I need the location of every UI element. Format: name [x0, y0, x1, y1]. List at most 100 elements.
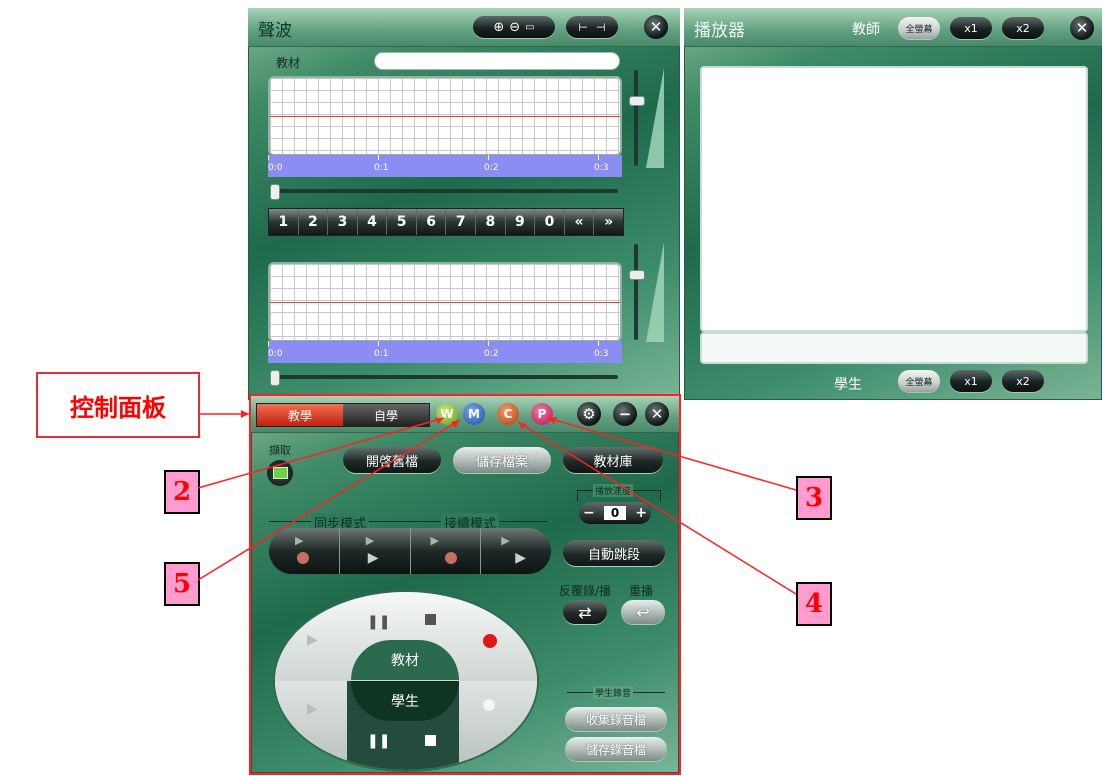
textbook-waveform[interactable]: [268, 76, 622, 156]
player-panel: 播放器 教師 全螢幕 x1 x2 ✕ 學生 全螢幕 x1 x2: [684, 8, 1102, 400]
student-x2-button[interactable]: x2: [1002, 370, 1044, 392]
control-panel-callout-box: 控制面板: [36, 372, 200, 438]
segment-key-1[interactable]: 1: [269, 209, 299, 235]
segment-key-2[interactable]: 2: [299, 209, 329, 235]
monitor-icon: [272, 467, 288, 479]
student-x1-button[interactable]: x1: [950, 370, 992, 392]
sync-play-play-button[interactable]: ▶ ▶: [340, 528, 411, 574]
ruler-tick: [378, 341, 379, 346]
segment-number-bar: 1 2 3 4 5 6 7 8 9 0 « »: [268, 208, 624, 236]
timeline-ruler[interactable]: 0:0 0:1 0:2 0:3: [268, 341, 622, 363]
ruler-tick-label: 0:3: [594, 163, 609, 173]
student-play-button[interactable]: ▶: [275, 681, 348, 770]
mark-end-icon[interactable]: ⊣: [596, 21, 606, 34]
segment-key-0[interactable]: 0: [535, 209, 565, 235]
textbook-library-button[interactable]: 教材庫: [563, 447, 663, 473]
segment-key-8[interactable]: 8: [476, 209, 506, 235]
ruler-icon[interactable]: ▭: [525, 22, 534, 33]
capture-icon[interactable]: [267, 460, 293, 486]
teacher-fullscreen-button[interactable]: 全螢幕: [898, 17, 940, 39]
volume-slider-track[interactable]: [634, 244, 638, 340]
collect-recordings-button[interactable]: 收集錄音檔: [565, 707, 667, 731]
play-icon: ▶: [365, 534, 375, 547]
auto-jump-button[interactable]: 自動跳段: [563, 540, 665, 566]
mode-w-button[interactable]: W: [436, 403, 458, 425]
continue-record-play-button[interactable]: ▶: [411, 528, 482, 574]
speed-value: 0: [604, 506, 626, 520]
record-dot-icon: [444, 552, 457, 564]
student-video-strip[interactable]: [700, 332, 1088, 364]
ruler-tick: [598, 341, 599, 346]
teacher-x2-button[interactable]: x2: [1002, 17, 1044, 39]
zoom-out-icon[interactable]: ⊖: [509, 20, 520, 35]
speed-increase-button[interactable]: +: [635, 505, 647, 521]
student-recording-label: 學生錄音: [593, 686, 634, 699]
segment-key-3[interactable]: 3: [328, 209, 358, 235]
speed-decrease-button[interactable]: −: [583, 505, 595, 521]
ruler-tick: [488, 341, 489, 346]
tab-self-study[interactable]: 自學: [343, 404, 429, 426]
ruler-tick: [598, 155, 599, 160]
settings-icon[interactable]: ⚙: [577, 402, 601, 426]
ruler-tick-label: 0:0: [268, 349, 283, 359]
continue-play-play-button[interactable]: ▶ ▶: [481, 528, 551, 574]
segment-key-7[interactable]: 7: [446, 209, 477, 235]
timeline-ruler[interactable]: 0:0 0:1 0:2 0:3: [268, 155, 622, 177]
volume-wedge-icon: [646, 242, 664, 342]
video-display[interactable]: [700, 66, 1088, 332]
mode-m-button[interactable]: M: [463, 403, 485, 425]
ruler-tick-label: 0:3: [594, 349, 609, 359]
save-recordings-button[interactable]: 儲存錄音檔: [565, 737, 667, 761]
sync-record-play-button[interactable]: ▶: [269, 528, 340, 574]
waveform-center-line: [270, 302, 620, 303]
close-icon[interactable]: ✕: [645, 402, 669, 426]
zoom-in-icon[interactable]: ⊕: [493, 20, 504, 35]
textbook-label: 教材: [276, 56, 301, 70]
student-fullscreen-button[interactable]: 全螢幕: [898, 370, 940, 392]
ruler-tick: [378, 155, 379, 160]
waveform-titlebar: 聲波 ⊕ ⊖ ▭ ⊢ ⊣ ✕: [248, 8, 680, 47]
segment-key-9[interactable]: 9: [506, 209, 536, 235]
textbook-play-button[interactable]: ▶: [275, 592, 348, 682]
segment-key-4[interactable]: 4: [358, 209, 388, 235]
pause-icon: ❚❚: [367, 614, 391, 630]
close-icon[interactable]: ✕: [644, 15, 668, 39]
rewind-icon[interactable]: «: [565, 209, 595, 235]
repeat-icon[interactable]: ⇄: [563, 600, 607, 624]
callout-2: 2: [164, 470, 200, 514]
student-waveform[interactable]: [268, 262, 622, 342]
position-slider-thumb[interactable]: [270, 184, 280, 200]
pause-icon: ❚❚: [367, 733, 391, 749]
position-slider-track[interactable]: [270, 375, 618, 379]
mode-p-button[interactable]: P: [531, 403, 553, 425]
player-title: 播放器: [694, 21, 745, 41]
textbook-name-field[interactable]: [374, 52, 620, 70]
teacher-x1-button[interactable]: x1: [950, 17, 992, 39]
zoom-toolbar: ⊕ ⊖ ▭: [473, 16, 555, 38]
mark-start-icon[interactable]: ⊢: [578, 21, 588, 34]
fast-forward-icon[interactable]: »: [594, 209, 623, 235]
play-icon: ▶: [367, 550, 379, 566]
student-channel-text: 學生: [391, 694, 419, 710]
position-slider-thumb[interactable]: [270, 370, 280, 386]
student-record-button[interactable]: [459, 681, 537, 770]
control-panel-callout-text: 控制面板: [70, 392, 166, 422]
play-icon: ▶: [307, 632, 318, 648]
position-slider-track[interactable]: [270, 189, 618, 193]
textbook-record-button[interactable]: [459, 592, 537, 682]
replay-icon[interactable]: ↩: [621, 600, 665, 624]
save-file-button[interactable]: 儲存檔案: [453, 447, 551, 473]
tab-teach[interactable]: 教學: [257, 404, 343, 426]
segment-key-5[interactable]: 5: [387, 209, 417, 235]
segment-key-6[interactable]: 6: [417, 209, 447, 235]
volume-slider-track[interactable]: [634, 70, 638, 166]
ruler-tick: [268, 341, 269, 346]
close-icon[interactable]: ✕: [1070, 16, 1094, 40]
teacher-label: 教師: [852, 22, 880, 38]
ruler-tick-label: 0:2: [484, 163, 499, 173]
open-file-button[interactable]: 開啓舊檔: [343, 447, 441, 473]
callout-3: 3: [796, 476, 832, 520]
minimize-icon[interactable]: −: [613, 402, 637, 426]
mode-c-button[interactable]: C: [497, 403, 519, 425]
play-icon: ▶: [430, 534, 439, 547]
